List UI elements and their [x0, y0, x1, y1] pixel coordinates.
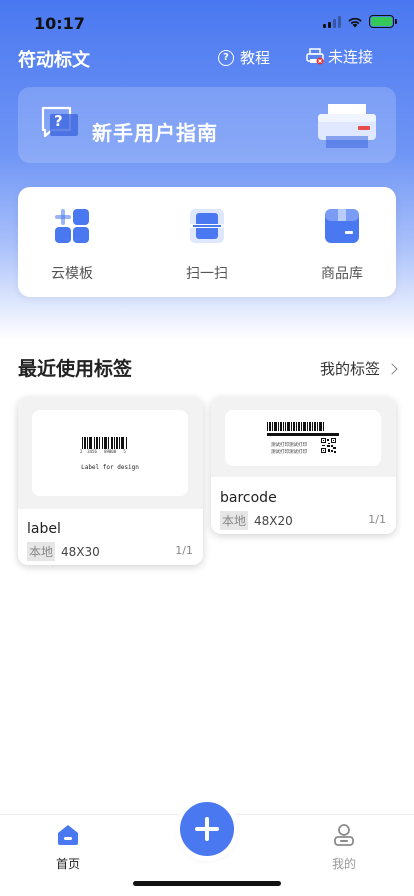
signal-icon: [323, 15, 341, 28]
label-preview-text: Label for design: [81, 464, 139, 471]
home-icon: [58, 825, 78, 845]
my-labels-link[interactable]: 我的标签: [319, 358, 398, 379]
user-guide-title: 新手用户指南: [92, 121, 218, 145]
preview-line-1: 测试打印测试打印: [271, 443, 307, 448]
recent-label-card[interactable]: 测试打印测试打印 测试打印测试打印 barcode 本地 48X20 1/1: [211, 397, 396, 534]
scan-label: 扫一扫: [186, 266, 228, 282]
nav-mine-label: 我的: [331, 857, 356, 871]
label-preview: 测试打印测试打印 测试打印测试打印: [225, 410, 381, 466]
card-page-count: 1/1: [175, 544, 193, 557]
local-tag: 本地: [220, 511, 249, 530]
printer-disconnected-icon: [306, 48, 324, 65]
add-label-button[interactable]: [180, 802, 234, 856]
card-page-count: 1/1: [368, 513, 386, 526]
app-title: 符动标文: [18, 50, 90, 71]
nav-mine[interactable]: 我的: [320, 823, 368, 872]
user-guide-banner[interactable]: ? 新手用户指南: [18, 87, 396, 163]
product-library-icon: [325, 209, 359, 243]
qr-code-image: [321, 438, 336, 453]
recent-labels-title: 最近使用标签: [18, 358, 133, 380]
svg-text:?: ?: [54, 112, 63, 130]
printer-illustration-icon: [318, 104, 376, 148]
quick-actions-card: 云模板 扫一扫 商品库: [18, 187, 396, 297]
card-size: 48X30: [61, 544, 100, 559]
wifi-icon: [348, 17, 362, 27]
cloud-template-button[interactable]: 云模板: [27, 207, 117, 283]
label-preview: 2 3456 89000 5 Label for design: [32, 410, 188, 496]
barcode-image: [267, 422, 339, 431]
recent-label-card[interactable]: 2 3456 89000 5 Label for design label 本地…: [18, 397, 203, 565]
card-title: barcode: [220, 490, 277, 506]
my-labels-label: 我的标签: [319, 360, 380, 378]
user-icon: [334, 824, 354, 846]
status-icons: [323, 15, 397, 28]
card-meta: 本地 48X20: [220, 511, 293, 530]
preview-line-2: 测试打印测试打印: [271, 450, 307, 455]
nav-home[interactable]: 首页: [44, 823, 92, 872]
card-size: 48X20: [254, 513, 293, 528]
help-circle-icon: ?: [218, 49, 234, 66]
home-indicator: [133, 881, 281, 886]
card-meta: 本地 48X30: [27, 542, 100, 561]
chevron-right-icon: [386, 362, 398, 375]
status-time: 10:17: [34, 14, 85, 33]
scan-button[interactable]: 扫一扫: [162, 207, 252, 283]
question-chat-icon: ?: [41, 106, 78, 138]
product-library-label: 商品库: [321, 266, 363, 282]
local-tag: 本地: [27, 542, 56, 561]
scan-icon: [190, 209, 224, 243]
barcode-band: [267, 433, 339, 436]
nav-home-label: 首页: [55, 857, 80, 871]
connection-status: 未连接: [328, 48, 374, 66]
barcode-digits: 2 3456 89000 5: [80, 449, 126, 454]
barcode-image: [82, 437, 132, 449]
tutorial-button[interactable]: ? 教程: [218, 47, 270, 68]
card-title: label: [27, 521, 61, 537]
tutorial-label: 教程: [240, 49, 271, 67]
status-bar: 10:17: [0, 0, 414, 44]
product-library-button[interactable]: 商品库: [297, 207, 387, 283]
cloud-template-label: 云模板: [51, 266, 93, 282]
cloud-template-icon: [55, 209, 89, 243]
battery-icon: [369, 15, 397, 28]
printer-connect-button[interactable]: 未连接: [306, 46, 373, 67]
